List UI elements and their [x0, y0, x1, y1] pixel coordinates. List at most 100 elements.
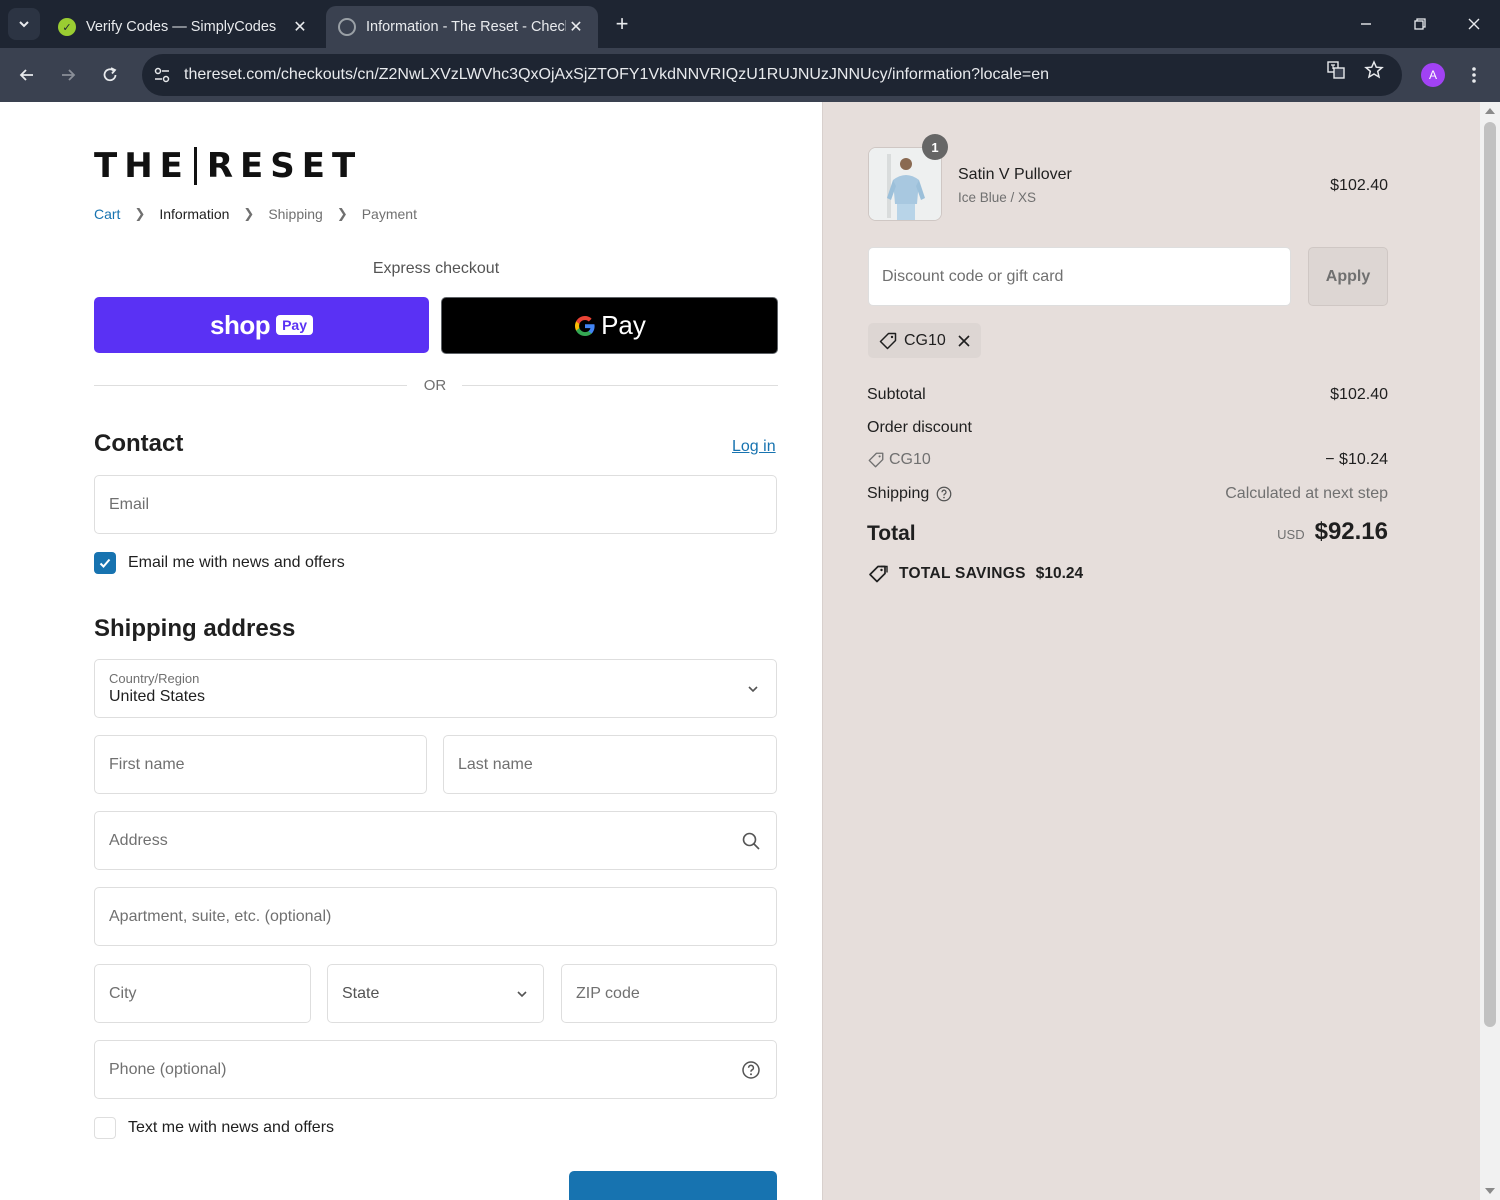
sms-news-label: Text me with news and offers	[128, 1119, 335, 1136]
product-variant: Ice Blue / XS	[958, 190, 1037, 205]
browser-menu-button[interactable]	[1462, 62, 1486, 88]
restore-window-button[interactable]	[1405, 10, 1435, 38]
quantity-badge: 1	[922, 134, 948, 160]
apply-discount-button[interactable]: Apply	[1308, 247, 1388, 306]
site-settings-icon[interactable]	[152, 65, 172, 85]
sms-news-row: Text me with news and offers	[94, 1117, 334, 1139]
breadcrumb-information: Information	[159, 206, 230, 222]
scroll-down-icon[interactable]	[1485, 1188, 1495, 1194]
url-text: thereset.com/checkouts/cn/Z2NwLXVzLWVhc3…	[184, 66, 1050, 83]
checkout-main: THE RESET Cart ❯ Information ❯ Shipping …	[0, 102, 822, 1200]
translate-button[interactable]	[1325, 59, 1347, 81]
state-select[interactable]: State	[327, 964, 544, 1023]
tab-simplycodes[interactable]: ✓ Verify Codes — SimplyCodes ✕	[46, 6, 322, 48]
star-icon	[1364, 60, 1384, 79]
contact-heading: Contact	[94, 430, 184, 457]
page-scrollbar[interactable]	[1480, 102, 1500, 1200]
country-region-value: United States	[109, 688, 206, 705]
address-field[interactable]: Address	[94, 811, 777, 870]
store-logo[interactable]: THE RESET	[94, 146, 362, 186]
google-pay-button[interactable]: Pay	[441, 297, 778, 354]
tag-icon	[868, 452, 884, 468]
reload-icon	[103, 67, 117, 82]
total-savings-row: TOTAL SAVINGS $10.24	[867, 564, 1083, 584]
total-amount: $92.16	[1314, 518, 1388, 545]
login-link[interactable]: Log in	[732, 438, 776, 456]
more-vert-icon	[1472, 67, 1476, 83]
last-name-field[interactable]: Last name	[443, 735, 777, 794]
first-name-field[interactable]: First name	[94, 735, 427, 794]
help-circle-icon[interactable]	[935, 485, 953, 503]
subtotal-value: $102.40	[1330, 386, 1388, 403]
order-discount-label: Order discount	[867, 419, 972, 436]
google-g-icon	[575, 315, 595, 336]
total-label: Total	[867, 522, 916, 545]
reload-button[interactable]	[95, 60, 125, 90]
scroll-up-icon[interactable]	[1485, 108, 1495, 114]
scrollbar-thumb[interactable]	[1484, 122, 1496, 1027]
phone-field[interactable]: Phone (optional)	[94, 1040, 777, 1099]
arrow-right-icon	[62, 69, 76, 81]
total-currency: USD	[1277, 527, 1305, 542]
or-divider-text: OR	[423, 377, 447, 394]
applied-discount-code: CG10	[904, 331, 946, 349]
email-news-label: Email me with news and offers	[128, 554, 345, 571]
help-circle-icon[interactable]	[740, 1059, 762, 1081]
zip-code-field[interactable]: ZIP code	[561, 964, 777, 1023]
close-window-button[interactable]	[1459, 10, 1489, 38]
browser-toolbar: thereset.com/checkouts/cn/Z2NwLXVzLWVhc3…	[0, 48, 1500, 102]
chevron-down-icon	[19, 21, 29, 28]
first-name-placeholder: First name	[109, 755, 185, 773]
discount-code-input[interactable]: Discount code or gift card	[868, 247, 1291, 306]
apartment-field[interactable]: Apartment, suite, etc. (optional)	[94, 887, 777, 946]
shop-pay-wordmark: shop	[209, 309, 271, 340]
breadcrumb-shipping: Shipping	[268, 206, 323, 222]
discount-code-placeholder: Discount code or gift card	[882, 267, 1064, 285]
last-name-placeholder: Last name	[458, 755, 533, 773]
tab-the-reset[interactable]: Information - The Reset - Check ✕	[326, 6, 598, 48]
chevron-right-icon: ❯	[336, 206, 348, 221]
browser-tab-bar: ✓ Verify Codes — SimplyCodes ✕ Informati…	[0, 0, 1500, 48]
subtotal-row: Subtotal $102.40	[867, 386, 1388, 404]
savings-tag-icon	[869, 565, 888, 583]
minimize-window-button[interactable]	[1351, 10, 1381, 38]
subtotal-label: Subtotal	[867, 386, 926, 403]
state-placeholder: State	[342, 984, 380, 1002]
tab-search-button[interactable]	[8, 8, 40, 40]
close-tab-icon[interactable]: ✕	[566, 17, 586, 37]
city-field[interactable]: City	[94, 964, 311, 1023]
forward-button[interactable]	[53, 60, 83, 90]
shipping-value: Calculated at next step	[1225, 485, 1388, 502]
email-field[interactable]: Email	[94, 475, 777, 534]
simplycodes-favicon-icon: ✓	[58, 18, 76, 36]
address-bar[interactable]: thereset.com/checkouts/cn/Z2NwLXVzLWVhc3…	[142, 54, 1402, 96]
zip-code-placeholder: ZIP code	[576, 984, 640, 1002]
profile-avatar[interactable]: A	[1421, 63, 1445, 87]
country-region-select[interactable]: Country/Region United States	[94, 659, 777, 718]
back-button[interactable]	[12, 60, 42, 90]
continue-to-shipping-button[interactable]	[569, 1171, 777, 1200]
breadcrumb-payment: Payment	[361, 206, 417, 222]
shop-pay-badge: Pay	[276, 315, 314, 335]
shipping-address-heading: Shipping address	[94, 615, 296, 642]
minimize-icon	[1361, 23, 1371, 25]
address-placeholder: Address	[109, 831, 168, 849]
tab-title: Information - The Reset - Check	[366, 19, 566, 35]
new-tab-button[interactable]: +	[608, 10, 636, 38]
close-tab-icon[interactable]: ✕	[290, 17, 310, 37]
remove-discount-icon[interactable]	[957, 334, 971, 348]
bookmark-button[interactable]	[1363, 59, 1385, 81]
product-price: $102.40	[1330, 177, 1388, 194]
email-news-checkbox[interactable]	[94, 552, 116, 574]
translate-icon	[1327, 61, 1345, 79]
breadcrumb-cart[interactable]: Cart	[94, 206, 120, 222]
checkmark-icon	[99, 558, 111, 568]
google-pay-label: Pay	[601, 310, 646, 340]
discount-code-row: CG10 − $10.24	[867, 451, 1388, 469]
sms-news-checkbox[interactable]	[94, 1117, 116, 1139]
logo-divider	[193, 147, 197, 185]
tab-title: Verify Codes — SimplyCodes	[86, 19, 277, 35]
search-icon	[740, 830, 762, 852]
shop-pay-button[interactable]: shop Pay	[94, 297, 429, 353]
applied-discount-chip: CG10	[868, 323, 981, 358]
